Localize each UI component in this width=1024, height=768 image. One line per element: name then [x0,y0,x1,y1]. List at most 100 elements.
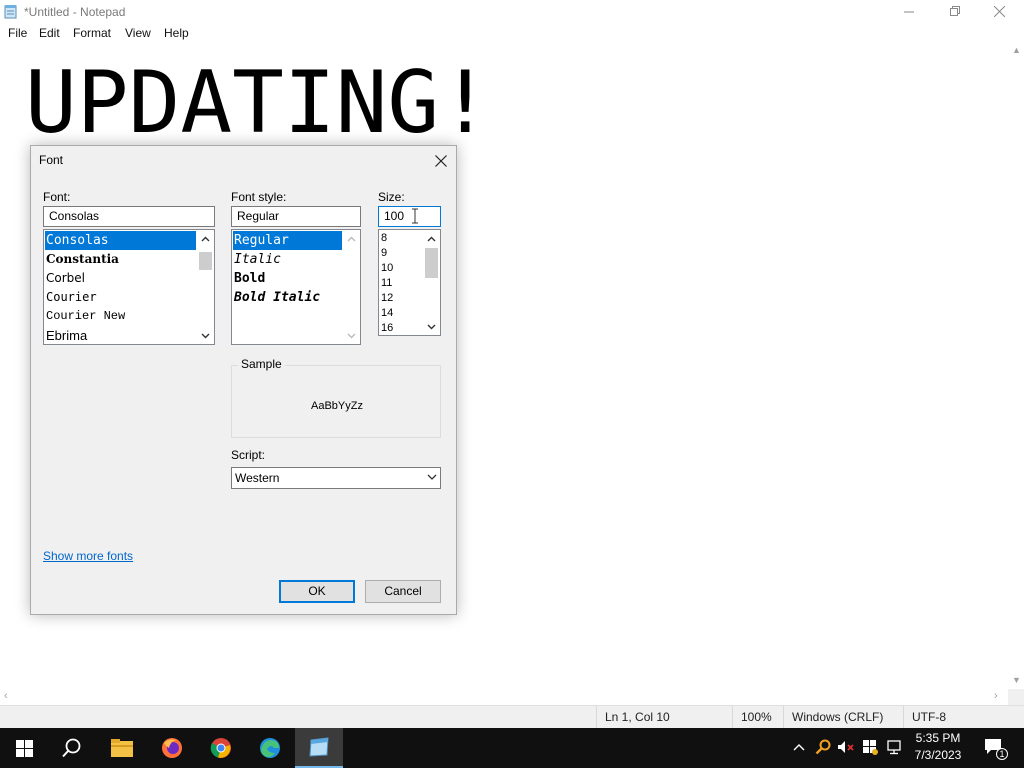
scroll-up-icon[interactable]: ▲ [1012,45,1021,55]
script-label: Script: [231,448,266,462]
close-window-button[interactable] [976,0,1022,23]
ok-button[interactable]: OK [279,580,355,603]
size-list-item[interactable]: 11 [380,276,392,291]
font-size-input[interactable]: 100 [378,206,441,227]
script-value: Western [235,471,280,485]
status-line-ending: Windows (CRLF) [783,706,903,729]
minimize-button[interactable] [886,0,932,23]
sample-preview: AaBbYyZz [311,400,363,412]
font-list-item[interactable]: Consolas [45,231,196,250]
windows-logo-icon [15,739,33,757]
sample-group: Sample AaBbYyZz [231,357,441,438]
chevron-up-icon[interactable] [423,230,440,247]
file-explorer-button[interactable] [98,728,146,768]
size-list-item[interactable]: 16 [380,321,393,335]
font-style-label: Font style: [231,190,287,204]
font-label: Font: [43,190,71,204]
style-list-item[interactable]: Italic [233,250,281,269]
status-bar: Ln 1, Col 10 100% Windows (CRLF) UTF-8 [0,705,1024,729]
size-list-item[interactable]: 14 [380,306,393,321]
horizontal-scrollbar[interactable]: ‹ › [0,689,1008,705]
volume-muted-icon[interactable] [837,738,855,756]
font-list-item[interactable]: Ebrima [45,326,87,344]
scroll-corner [1008,689,1024,705]
status-encoding: UTF-8 [903,706,1023,729]
clock-time: 5:35 PM [915,731,961,745]
menu-edit[interactable]: Edit [39,26,60,40]
size-list-item[interactable]: 12 [380,291,393,306]
chevron-up-icon[interactable] [343,230,360,247]
file-explorer-icon [111,739,133,757]
close-icon [993,6,1005,17]
font-list[interactable]: Consolas Constantia Corbel Courier Couri… [43,229,215,345]
editor-content[interactable]: UPDATING! [25,53,491,153]
show-more-fonts-link[interactable]: Show more fonts [43,549,133,563]
font-name-input[interactable]: Consolas [43,206,215,227]
title-bar: *Untitled - Notepad [0,0,1024,23]
chevron-up-icon[interactable] [197,230,214,247]
system-clock[interactable]: 5:35 PM 7/3/2023 [905,730,971,764]
scroll-down-icon[interactable]: ▼ [1012,675,1021,685]
scroll-right-icon[interactable]: › [994,690,998,702]
firefox-icon [162,738,182,758]
search-tool-icon[interactable] [814,738,832,756]
scroll-left-icon[interactable]: ‹ [4,690,8,702]
close-icon [435,155,447,167]
size-list-item[interactable]: 8 [380,231,387,246]
chevron-down-icon[interactable] [197,327,214,344]
scroll-thumb[interactable] [199,252,212,270]
vertical-scrollbar[interactable]: ▲ ▼ [1008,43,1024,689]
notepad-taskbar-button[interactable] [295,728,343,768]
menu-view[interactable]: View [125,26,151,40]
sample-label: Sample [238,357,285,371]
search-icon [62,738,81,758]
size-list-scrollbar[interactable] [423,230,440,335]
font-style-list[interactable]: Regular Italic Bold Bold Italic [231,229,361,345]
font-list-item[interactable]: Courier [45,288,97,307]
font-list-item[interactable]: Courier New [45,307,125,326]
notepad-icon [4,5,17,19]
menu-bar: File Edit Format View Help [0,23,1024,43]
font-list-item[interactable]: Constantia [45,250,119,269]
firefox-button[interactable] [148,728,196,768]
status-position: Ln 1, Col 10 [596,706,730,729]
clock-date: 7/3/2023 [914,748,962,762]
notification-count: 1 [996,748,1008,760]
menu-format[interactable]: Format [73,26,111,40]
restore-icon [949,6,960,16]
network-icon[interactable] [885,738,903,756]
dialog-title: Font [39,153,64,167]
search-button[interactable] [48,728,96,768]
minimize-icon [903,11,914,13]
font-style-input[interactable]: Regular [231,206,361,227]
font-dialog: Font Font: Font style: Size: Consolas Re… [30,145,457,615]
text-cursor-icon [412,208,418,224]
windows-security-icon[interactable] [861,738,879,756]
start-button[interactable] [0,728,48,768]
restore-button[interactable] [932,0,978,23]
menu-help[interactable]: Help [164,26,189,40]
style-list-scrollbar[interactable] [343,230,360,344]
font-list-scrollbar[interactable] [197,230,214,344]
chrome-button[interactable] [197,728,245,768]
script-dropdown[interactable]: Western [231,467,441,489]
style-list-item[interactable]: Regular [233,231,342,250]
scroll-thumb[interactable] [425,248,438,278]
style-list-item[interactable]: Bold Italic [233,288,320,307]
style-list-item[interactable]: Bold [233,269,265,288]
font-list-item[interactable]: Corbel [45,269,85,288]
chevron-up-icon[interactable] [790,738,808,756]
dialog-close-button[interactable] [425,147,457,175]
size-list-item[interactable]: 9 [380,246,387,261]
taskbar: 5:35 PM 7/3/2023 1 [0,728,1024,768]
edge-button[interactable] [246,728,294,768]
chrome-icon [210,738,231,758]
font-size-list[interactable]: 8 9 10 11 12 14 16 [378,229,441,336]
cancel-button[interactable]: Cancel [365,580,441,603]
chevron-down-icon[interactable] [343,327,360,344]
menu-file[interactable]: File [8,26,27,40]
window-title: *Untitled - Notepad [24,5,126,19]
size-list-item[interactable]: 10 [380,261,393,276]
notepad-icon [309,737,329,757]
chevron-down-icon[interactable] [423,318,440,335]
